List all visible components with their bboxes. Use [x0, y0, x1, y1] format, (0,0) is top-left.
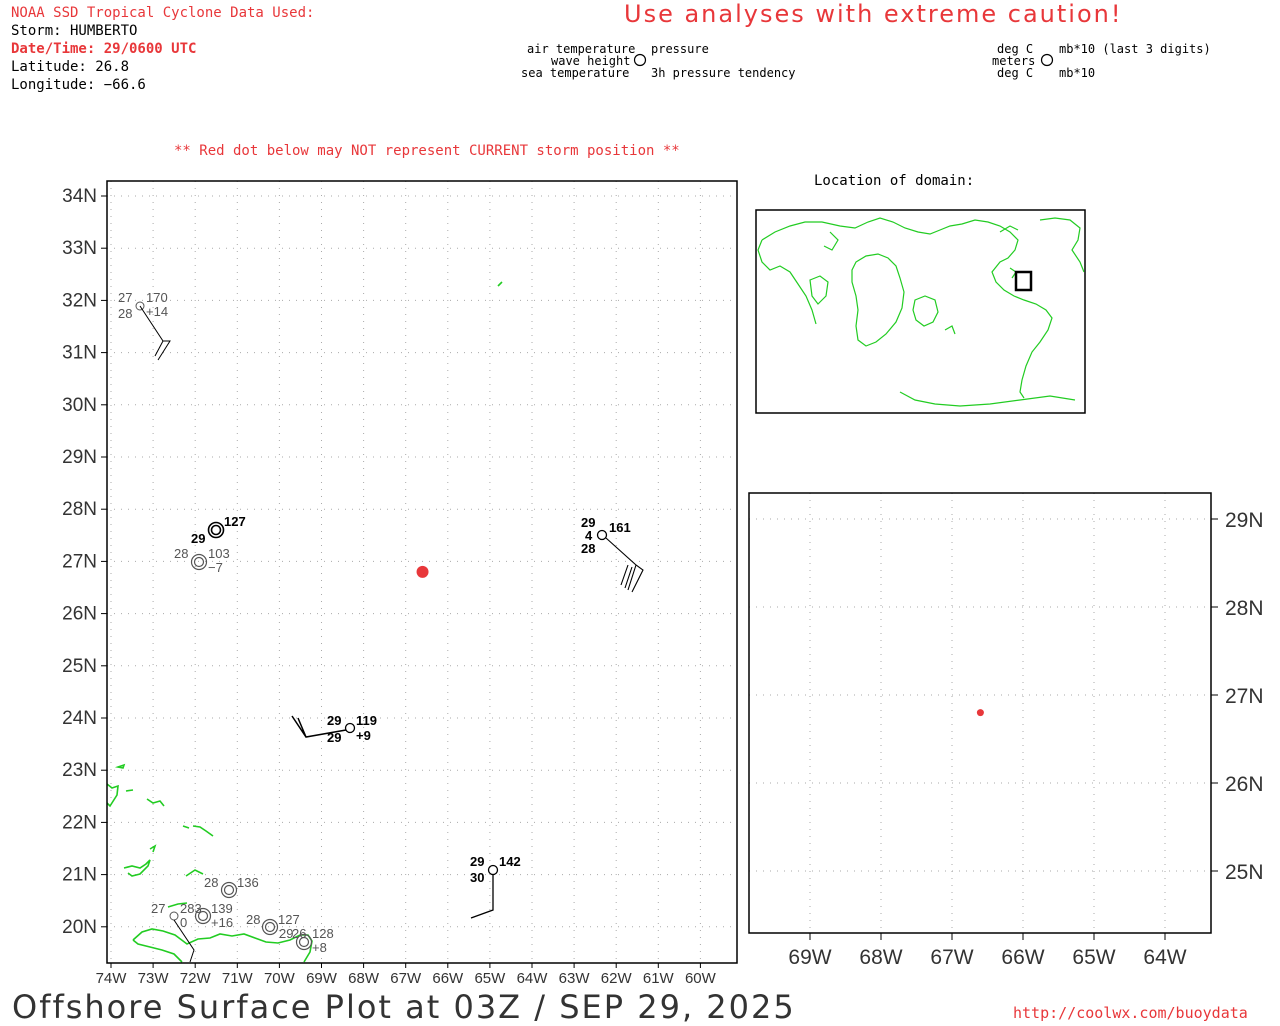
station-i-tendency: +16	[211, 915, 233, 930]
main-lon-label: 71W	[222, 970, 254, 987]
station-f-air-temp: 29	[470, 854, 484, 869]
zoom-lon-label: 65W	[1072, 946, 1115, 969]
main-lat-label: 22N	[62, 812, 97, 833]
station-j-air-temp: 28	[246, 912, 260, 927]
main-lon-label: 60W	[685, 970, 717, 987]
zoom-lat-label: 29N	[1225, 509, 1264, 532]
domain-locator-box	[1014, 270, 1033, 292]
main-lon-label: 70W	[264, 970, 296, 987]
legend-station-circle	[633, 53, 647, 67]
main-lat-label: 24N	[62, 708, 97, 729]
main-lat-label: 33N	[62, 238, 97, 259]
main-lat-label: 30N	[62, 395, 97, 416]
zoom-lon-label: 68W	[859, 946, 902, 969]
station-g-pressure: 136	[237, 875, 259, 890]
zoom-map-lon-labels: 69W 68W 67W 66W 65W 64W	[788, 946, 1186, 969]
station-plot-e: 29 119 29 +9	[291, 713, 377, 745]
station-plot-c: 28 103 −7	[174, 546, 230, 575]
station-e-air-temp: 29	[327, 713, 341, 728]
main-lat-label: 20N	[62, 917, 97, 938]
zoom-lon-label: 69W	[788, 946, 831, 969]
station-g-air-temp: 28	[204, 875, 218, 890]
main-lat-label: 26N	[62, 604, 97, 625]
world-locator-map	[755, 209, 1086, 414]
station-i-pressure: 139	[211, 901, 233, 916]
station-c-tendency: −7	[208, 560, 223, 575]
main-map: 34N 33N 32N 31N 30N 29N 28N 27N 26N 25N 24N 23N 22N 2…	[62, 180, 738, 987]
main-lon-label: 66W	[432, 970, 464, 987]
main-lon-label: 69W	[306, 970, 338, 987]
zoom-lon-label: 67W	[930, 946, 973, 969]
main-lon-label: 67W	[390, 970, 422, 987]
station-plot-b: 127 29	[191, 514, 246, 546]
station-k-pressure: 128	[312, 926, 334, 941]
station-plot-a: 27 170 28 +14	[118, 290, 171, 361]
station-c-pressure: 103	[208, 546, 230, 561]
zoom-map-grid	[749, 493, 1218, 940]
station-e-tendency: +9	[356, 728, 371, 743]
main-lat-label: 34N	[62, 186, 97, 207]
station-d-pressure: 161	[609, 520, 631, 535]
station-plot-d: 29 161 4 28	[581, 515, 644, 593]
station-plot-g: 28 136	[204, 875, 259, 899]
station-a-pressure: 170	[146, 290, 168, 305]
main-lon-label: 61W	[643, 970, 675, 987]
station-h-air-temp: 27	[151, 901, 165, 916]
main-map-coastline	[106, 281, 503, 963]
main-lon-label: 64W	[517, 970, 549, 987]
main-lat-label: 31N	[62, 343, 97, 364]
main-lat-label: 29N	[62, 447, 97, 468]
station-h-wave-height: 0	[180, 915, 187, 930]
station-j-pressure: 127	[278, 912, 300, 927]
zoom-map: 29N 28N 27N 26N 25N 69W 68W 67W 66W 65W 64W	[748, 492, 1264, 969]
main-lon-label: 72W	[180, 970, 212, 987]
station-plot-f: 29 142 30	[470, 854, 521, 919]
main-lat-label: 21N	[62, 865, 97, 886]
main-lon-label: 68W	[348, 970, 380, 987]
main-lon-label: 65W	[474, 970, 506, 987]
storm-position-dot	[416, 565, 429, 578]
station-plot-i: 283 139 +16	[180, 901, 233, 930]
main-lat-label: 28N	[62, 499, 97, 520]
station-d-sea-temp: 28	[581, 541, 595, 556]
main-lon-label: 73W	[138, 970, 170, 987]
station-a-tendency: +14	[146, 304, 168, 319]
station-b-pressure: 127	[224, 514, 246, 529]
zoom-lon-label: 66W	[1001, 946, 1044, 969]
main-lon-label: 63W	[559, 970, 591, 987]
zoom-map-lat-labels: 29N 28N 27N 26N 25N	[1225, 509, 1264, 884]
station-k-air-temp: 26	[292, 926, 306, 941]
main-lat-label: 23N	[62, 760, 97, 781]
zoom-lat-label: 28N	[1225, 597, 1264, 620]
station-k-tendency: +8	[312, 940, 327, 955]
station-f-sea-temp: 30	[470, 870, 484, 885]
main-lon-label: 74W	[96, 970, 128, 987]
station-a-sea-temp: 28	[118, 306, 132, 321]
main-map-lat-labels: 34N 33N 32N 31N 30N 29N 28N 27N 26N 25N 24N 23N 22N 2…	[62, 186, 97, 938]
zoom-lon-label: 64W	[1143, 946, 1186, 969]
main-lon-label: 62W	[601, 970, 633, 987]
zoom-lat-label: 27N	[1225, 685, 1264, 708]
station-a-air-temp: 27	[118, 290, 132, 305]
zoom-lat-label: 25N	[1225, 861, 1264, 884]
main-lat-label: 27N	[62, 551, 97, 572]
station-plot-k: 26 128 +8	[292, 926, 334, 955]
station-f-pressure: 142	[499, 854, 521, 869]
main-map-lon-labels: 74W 73W 72W 71W 70W 69W 68W 67W 66W 65W 64W 63W 62W 6…	[96, 970, 717, 987]
station-c-air-temp: 28	[174, 546, 188, 561]
main-lat-label: 25N	[62, 656, 97, 677]
station-e-pressure: 119	[356, 713, 377, 728]
station-e-sea-temp: 29	[327, 730, 341, 745]
zoom-lat-label: 26N	[1225, 773, 1264, 796]
station-i-air-temp: 283	[180, 901, 202, 916]
station-b-sea-temp: 29	[191, 531, 205, 546]
main-lat-label: 32N	[62, 290, 97, 311]
map-canvas: 34N 33N 32N 31N 30N 29N 28N 27N 26N 25N 24N 23N 22N 2…	[62, 53, 1264, 987]
zoom-storm-position-dot	[976, 709, 984, 717]
legend-station-circle-units	[1040, 53, 1054, 67]
